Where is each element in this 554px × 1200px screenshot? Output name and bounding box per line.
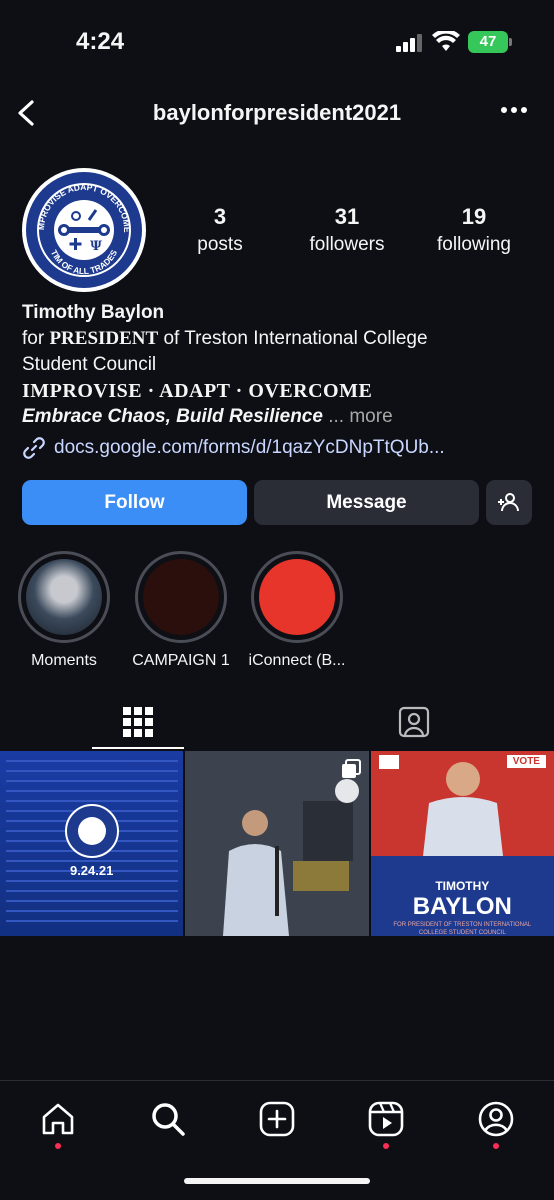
post-thumbnail[interactable]: 9.24.21 <box>0 751 184 936</box>
bio-more-link[interactable]: ... more <box>328 406 392 427</box>
more-options-icon[interactable] <box>500 106 528 114</box>
highlight-cover <box>143 559 219 635</box>
poster-last-name: BAYLON <box>412 893 512 920</box>
link-icon <box>23 437 45 459</box>
poster-subtitle: FOR PRESIDENT OF TRESTON INTERNATIONAL C… <box>393 922 532 936</box>
home-indicator <box>184 1178 370 1184</box>
campaign-logo: IMPROVISE ADAPT OVERCOME TIM OF ALL TRAD… <box>25 164 138 284</box>
posts-grid: 9.24.21 VOTE TIMOTHY BAYLON FOR PRESIDEN… <box>0 751 554 936</box>
grid-icon[interactable] <box>122 706 154 738</box>
signal-icon <box>396 34 422 52</box>
profile-icon[interactable] <box>478 1101 514 1137</box>
bio-tagline: IMPROVISE · ADAPT · OVERCOME <box>22 380 373 402</box>
highlight-cover <box>26 559 102 635</box>
create-post-icon[interactable] <box>259 1101 295 1137</box>
vote-badge: VOTE <box>506 755 546 768</box>
home-icon[interactable] <box>40 1101 76 1137</box>
wifi-icon <box>432 31 460 51</box>
bio-line-4: Embrace Chaos, Build Resilience ... more <box>22 406 393 427</box>
post-letter-image <box>6 760 178 922</box>
avatar[interactable]: IMPROVISE ADAPT OVERCOME TIM OF ALL TRAD… <box>22 164 146 292</box>
battery-cap <box>509 38 512 46</box>
profile-link-url: docs.google.com/forms/d/1qazYcDNpTtQUb..… <box>54 437 445 458</box>
search-icon[interactable] <box>150 1101 186 1137</box>
suggested-users-button[interactable] <box>486 480 532 525</box>
battery-icon: 47 <box>468 31 508 53</box>
tagged-icon[interactable] <box>398 706 430 738</box>
profile-name: Timothy Baylon <box>22 302 165 323</box>
reels-notification-dot <box>383 1143 389 1149</box>
reels-icon[interactable] <box>368 1101 404 1137</box>
follow-button[interactable]: Follow <box>22 480 247 525</box>
followers-count[interactable]: 31 followers <box>287 204 407 256</box>
bio-line-2: Student Council <box>22 354 157 375</box>
profile-notification-dot <box>493 1143 499 1149</box>
highlight-iconnect[interactable]: iConnect (B... <box>249 551 345 670</box>
profile-bio: Timothy Baylon for PRESIDENT of Treston … <box>22 300 542 430</box>
posts-count[interactable]: 3 posts <box>160 204 280 256</box>
post-thumbnail[interactable] <box>185 751 369 936</box>
home-notification-dot <box>55 1143 61 1149</box>
highlight-moments[interactable]: Moments <box>18 551 110 670</box>
following-count[interactable]: 19 following <box>414 204 534 256</box>
profile-header: baylonforpresident2021 <box>0 90 554 138</box>
carousel-icon <box>341 759 361 778</box>
poster-first-name: TIMOTHY <box>435 879 490 893</box>
profile-link[interactable]: docs.google.com/forms/d/1qazYcDNpTtQUb..… <box>22 436 445 460</box>
highlight-cover <box>259 559 335 635</box>
profile-tabs <box>0 690 554 750</box>
status-time: 4:24 <box>76 28 125 55</box>
post-caption: 9.24.21 <box>69 863 114 878</box>
bio-line-1: for PRESIDENT of Treston International C… <box>22 328 428 349</box>
active-tab-indicator <box>92 747 184 749</box>
message-button[interactable]: Message <box>254 480 479 525</box>
post-thumbnail[interactable]: VOTE TIMOTHY BAYLON FOR PRESIDENT OF TRE… <box>370 751 554 936</box>
svg-text:Ψ: Ψ <box>90 239 102 254</box>
username-title: baylonforpresident2021 <box>152 100 402 125</box>
status-bar: 4:24 47 <box>0 0 554 80</box>
highlight-campaign[interactable]: CAMPAIGN 1 <box>132 551 230 670</box>
add-user-icon <box>498 493 519 512</box>
